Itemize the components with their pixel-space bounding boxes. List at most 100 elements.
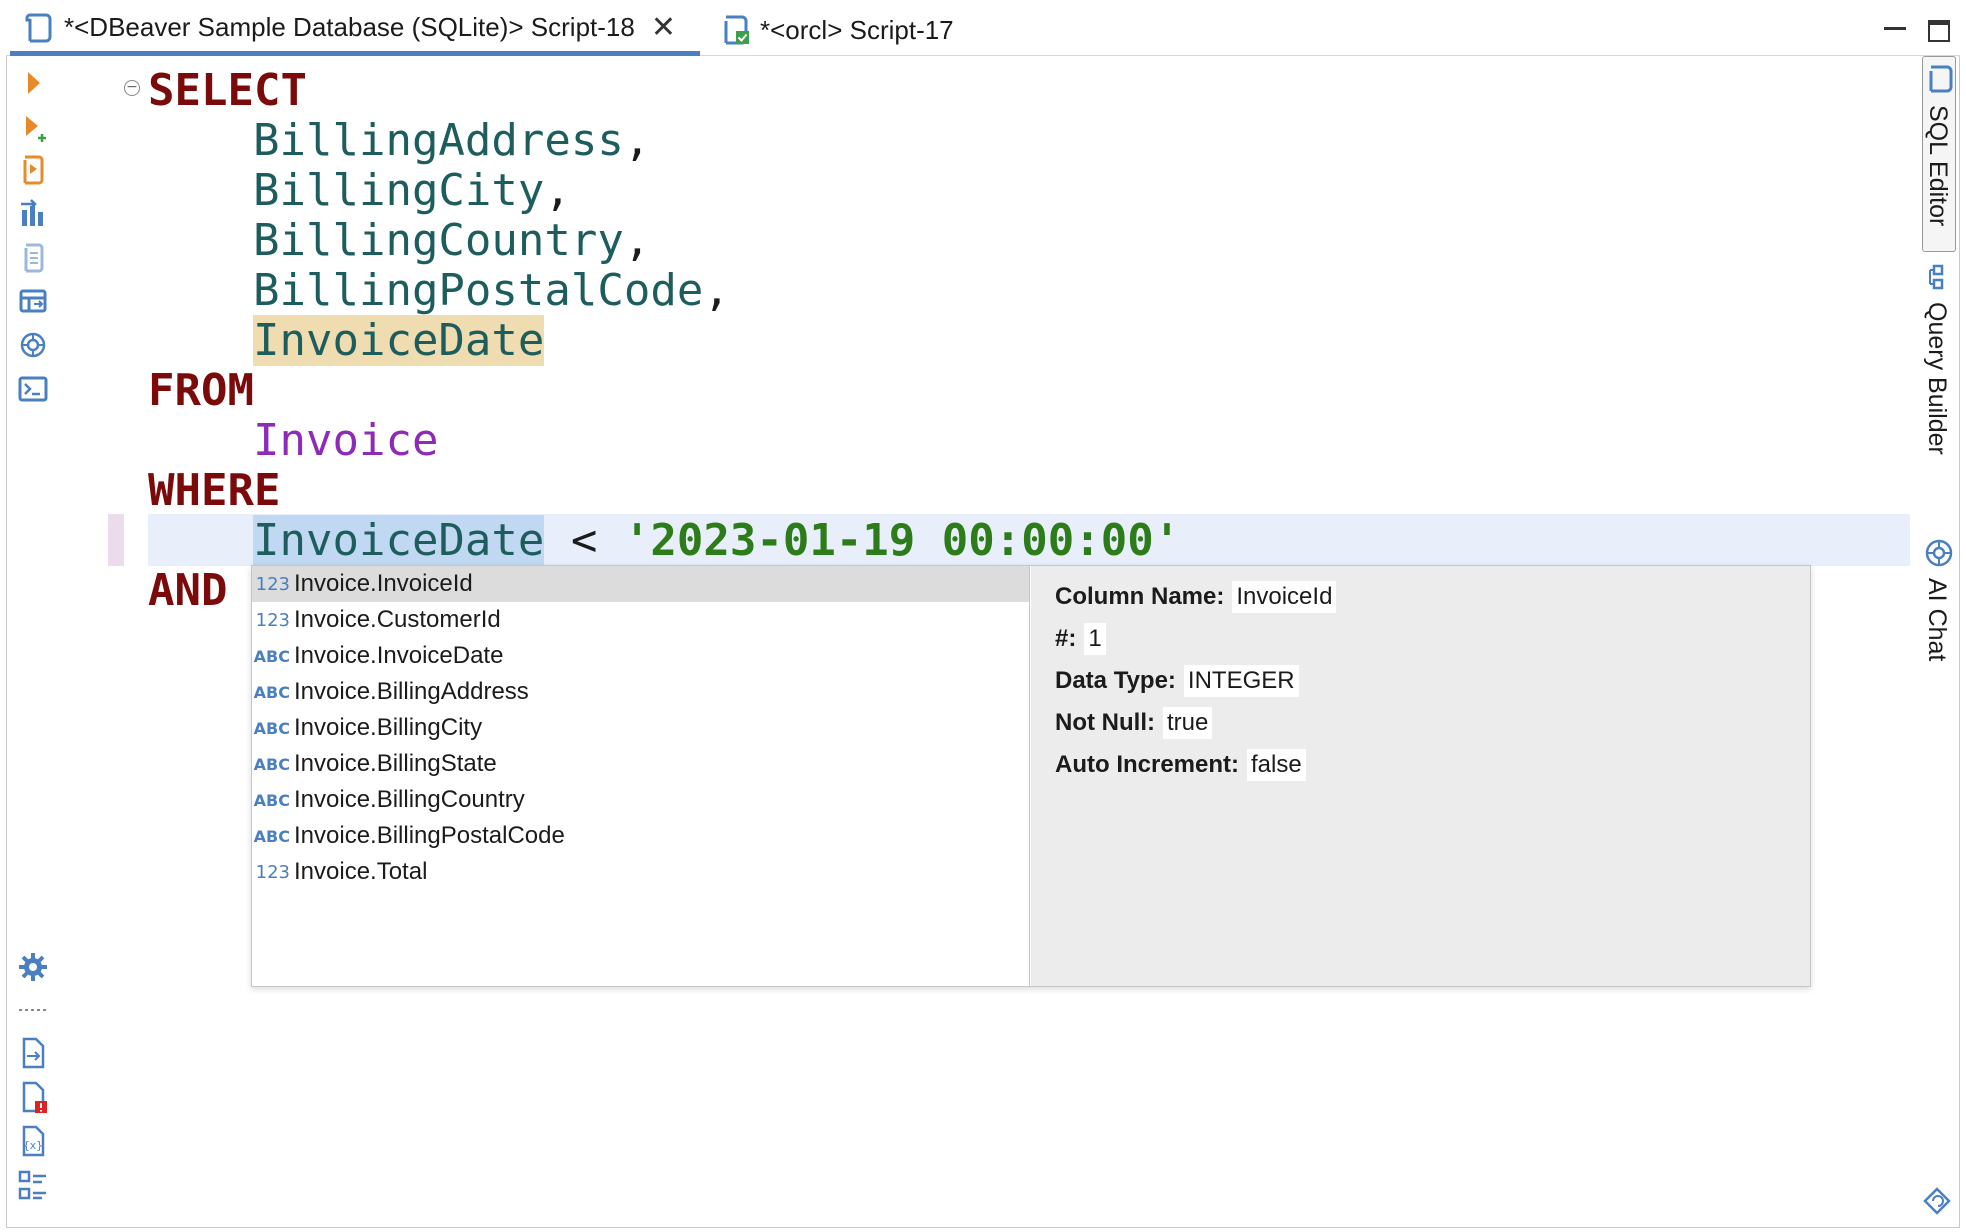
tab-script-18[interactable]: *<DBeaver Sample Database (SQLite)> Scri… bbox=[10, 4, 700, 56]
autocomplete-item[interactable]: 123 Invoice.Total bbox=[252, 854, 1029, 890]
code-line[interactable]: SELECT bbox=[148, 66, 307, 116]
code-line[interactable]: InvoiceDate bbox=[253, 315, 545, 366]
text-type-icon: ABC bbox=[253, 826, 290, 846]
detail-value: false bbox=[1247, 749, 1306, 781]
separator-icon bbox=[16, 996, 50, 1030]
autocomplete-item-label: Invoice.InvoiceId bbox=[294, 570, 473, 597]
code-line[interactable]: BillingCity, bbox=[253, 166, 571, 216]
editor-tab-bar: *<DBeaver Sample Database (SQLite)> Scri… bbox=[6, 4, 1960, 56]
numeric-type-icon: 123 bbox=[255, 609, 290, 631]
autocomplete-item[interactable]: ABC Invoice.BillingCountry bbox=[252, 782, 1029, 818]
code-line[interactable]: BillingCountry, bbox=[253, 216, 650, 266]
execute-in-new-tab-icon[interactable] bbox=[16, 110, 50, 144]
text-type-icon: ABC bbox=[253, 646, 290, 666]
ai-chat-icon bbox=[1925, 539, 1953, 567]
ai-assistant-icon[interactable] bbox=[16, 328, 50, 362]
code-line[interactable]: BillingAddress, bbox=[253, 116, 650, 166]
code-token: SELECT bbox=[148, 65, 307, 116]
sql-script-connected-icon bbox=[720, 13, 750, 47]
export-icon[interactable] bbox=[16, 1036, 50, 1070]
numeric-type-icon: 123 bbox=[255, 861, 290, 883]
code-token: InvoiceDate bbox=[253, 515, 545, 566]
autocomplete-item[interactable]: ABC Invoice.InvoiceDate bbox=[252, 638, 1029, 674]
autocomplete-item[interactable]: 123 Invoice.InvoiceId bbox=[252, 566, 1029, 602]
code-token: Invoice bbox=[253, 415, 439, 466]
variables-icon[interactable]: {x} bbox=[16, 1124, 50, 1158]
sql-editor-icon bbox=[1929, 65, 1953, 93]
explain-plan-icon[interactable] bbox=[16, 196, 50, 230]
tab-label: *<DBeaver Sample Database (SQLite)> Scri… bbox=[64, 12, 635, 42]
restore-icon[interactable] bbox=[1922, 1186, 1952, 1216]
code-line[interactable]: BillingPostalCode, bbox=[253, 266, 730, 316]
query-builder-icon bbox=[1929, 264, 1944, 290]
fold-collapse-icon[interactable]: − bbox=[124, 80, 140, 96]
autocomplete-item[interactable]: ABC Invoice.BillingCity bbox=[252, 710, 1029, 746]
code-token: BillingCountry bbox=[253, 215, 624, 266]
tab-label: *<orcl> Script-17 bbox=[760, 14, 954, 45]
numeric-type-icon: 123 bbox=[255, 573, 290, 595]
autocomplete-item-label: Invoice.BillingCity bbox=[294, 714, 483, 741]
outline-icon[interactable] bbox=[16, 1168, 50, 1202]
code-token: BillingCity bbox=[253, 165, 545, 216]
autocomplete-item-label: Invoice.BillingState bbox=[294, 750, 497, 777]
detail-value: true bbox=[1162, 707, 1213, 739]
tab-label: Query Builder bbox=[1923, 302, 1951, 455]
proposal-details: Column Name: InvoiceId #: 1 Data Type: INTEGE… bbox=[1031, 566, 1810, 986]
detail-label: Column Name: bbox=[1055, 583, 1225, 610]
code-line[interactable]: FROM bbox=[148, 366, 254, 416]
detail-row: #: 1 bbox=[1055, 618, 1786, 660]
detail-label: Auto Increment: bbox=[1055, 751, 1240, 778]
settings-icon[interactable] bbox=[16, 950, 50, 984]
autocomplete-item-label: Invoice.BillingCountry bbox=[294, 786, 525, 813]
execute-script-icon[interactable] bbox=[16, 152, 50, 186]
line-change-marker bbox=[108, 514, 124, 566]
autocomplete-item[interactable]: 123 Invoice.CustomerId bbox=[252, 602, 1029, 638]
text-type-icon: ABC bbox=[253, 790, 290, 810]
code-token: '2023-01-19 00:00:00' bbox=[623, 515, 1181, 566]
maximize-icon[interactable] bbox=[1928, 20, 1950, 42]
autocomplete-item[interactable]: ABC Invoice.BillingState bbox=[252, 746, 1029, 782]
detail-label: #: bbox=[1055, 625, 1077, 652]
autocomplete-item-label: Invoice.InvoiceDate bbox=[294, 642, 504, 669]
tab-ai-chat[interactable]: AI Chat bbox=[1922, 536, 1956, 684]
right-side-panel: SQL Editor Query Builder AI Chat bbox=[1916, 56, 1960, 1224]
detail-value: InvoiceId bbox=[1232, 581, 1337, 613]
code-line[interactable]: WHERE bbox=[148, 466, 280, 516]
show-output-icon[interactable] bbox=[16, 284, 50, 318]
autocomplete-item[interactable]: ABC Invoice.BillingAddress bbox=[252, 674, 1029, 710]
code-line[interactable]: Invoice bbox=[253, 416, 438, 466]
code-line[interactable]: AND bbox=[148, 566, 227, 616]
autocomplete-item[interactable]: ABC Invoice.BillingPostalCode bbox=[252, 818, 1029, 854]
detail-label: Data Type: bbox=[1055, 667, 1176, 694]
autocomplete-popup: 123 Invoice.InvoiceId 123 Invoice.CustomerI… bbox=[251, 565, 1811, 987]
code-token: , bbox=[623, 115, 651, 166]
code-line[interactable]: InvoiceDate < '2023-01-19 00:00:00' bbox=[253, 515, 1181, 566]
tab-query-builder[interactable]: Query Builder bbox=[1922, 262, 1956, 524]
code-token: , bbox=[703, 265, 730, 316]
code-token: BillingPostalCode bbox=[253, 265, 704, 316]
text-type-icon: ABC bbox=[253, 682, 290, 702]
code-token: < bbox=[544, 515, 624, 566]
svg-text:{x}: {x} bbox=[23, 1139, 43, 1152]
close-icon[interactable]: ✕ bbox=[651, 12, 676, 43]
tab-label: SQL Editor bbox=[1924, 105, 1952, 227]
proposal-list: 123 Invoice.InvoiceId 123 Invoice.CustomerI… bbox=[252, 566, 1030, 986]
execute-statement-icon[interactable] bbox=[16, 66, 50, 100]
tab-sql-editor[interactable]: SQL Editor bbox=[1922, 56, 1956, 252]
sql-script-icon bbox=[24, 11, 54, 45]
autocomplete-item-label: Invoice.CustomerId bbox=[294, 606, 501, 633]
detail-value: 1 bbox=[1084, 623, 1106, 655]
code-token: , bbox=[544, 165, 571, 216]
detail-row: Auto Increment: false bbox=[1055, 744, 1786, 786]
code-token: FROM bbox=[148, 365, 254, 416]
tab-script-17[interactable]: *<orcl> Script-17 bbox=[706, 4, 1006, 56]
load-execution-plan-icon[interactable] bbox=[16, 240, 50, 274]
code-token: InvoiceDate bbox=[253, 315, 545, 366]
minimize-icon[interactable] bbox=[1884, 16, 1906, 30]
show-problems-icon[interactable] bbox=[16, 1080, 50, 1114]
code-token: BillingAddress bbox=[253, 115, 624, 166]
detail-row: Data Type: INTEGER bbox=[1055, 660, 1786, 702]
detail-value: INTEGER bbox=[1183, 665, 1299, 697]
open-terminal-icon[interactable] bbox=[16, 372, 50, 406]
autocomplete-item-label: Invoice.Total bbox=[294, 858, 428, 885]
